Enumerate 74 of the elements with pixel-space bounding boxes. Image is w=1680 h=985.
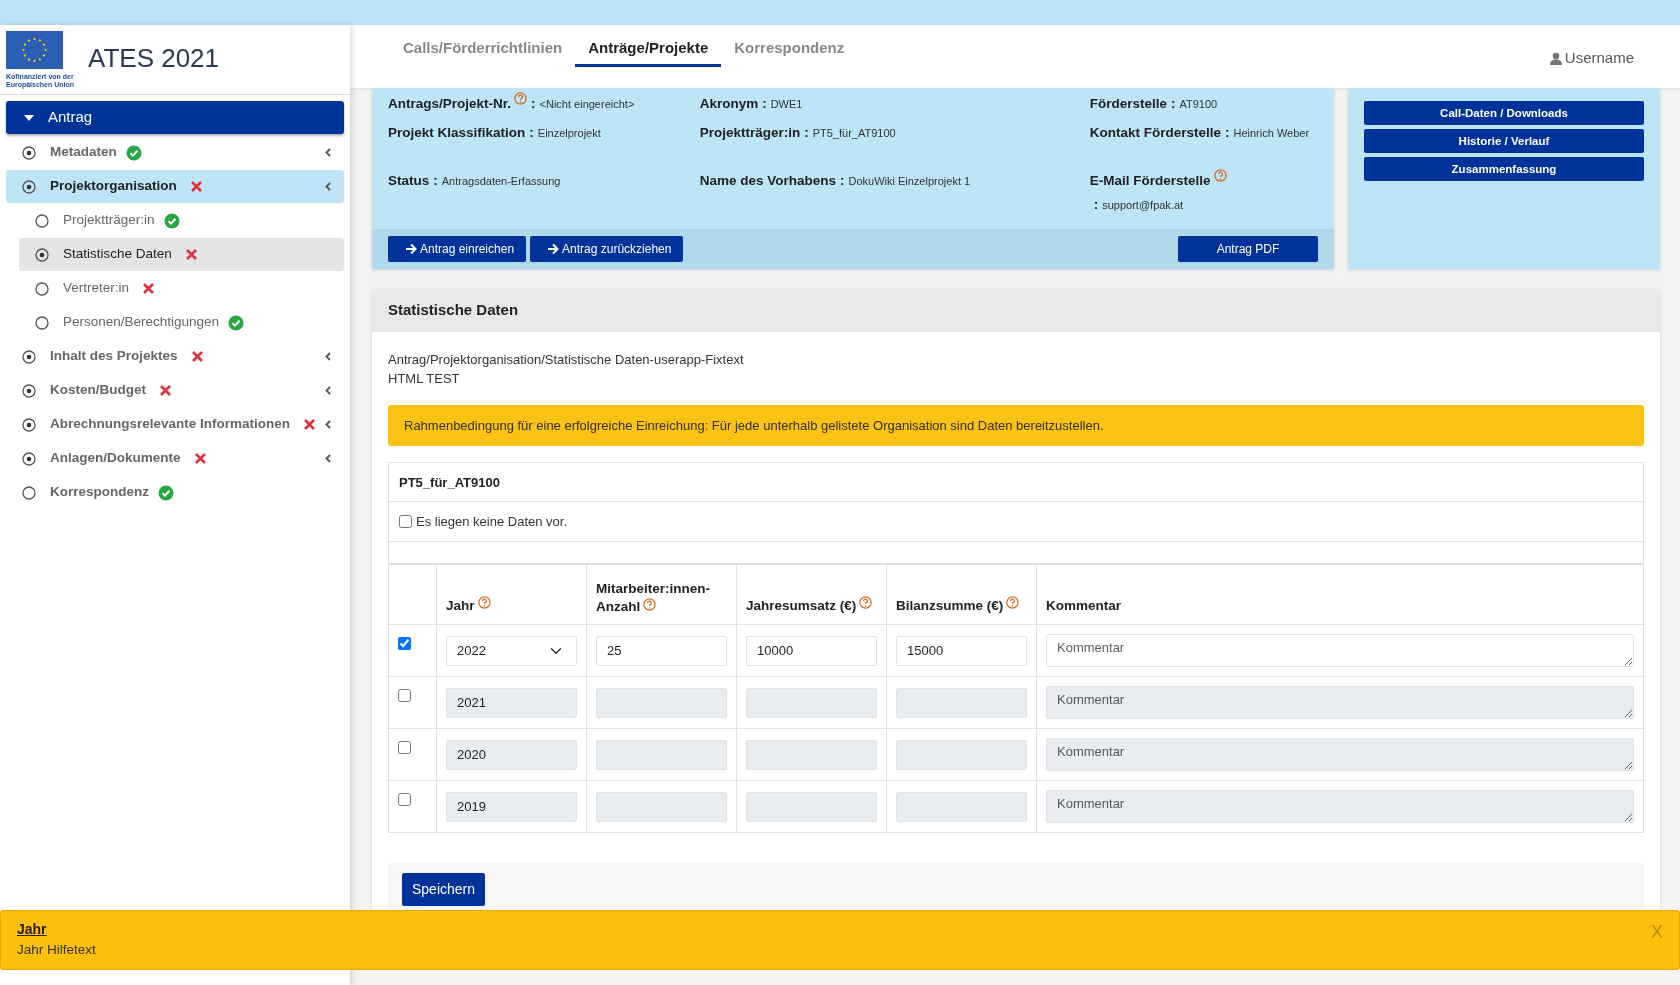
sidebar-item[interactable]: Statistische Daten bbox=[19, 238, 344, 271]
colon: : bbox=[839, 173, 845, 188]
side-button[interactable]: Zusammenfassung bbox=[1364, 157, 1644, 181]
field-value: Heinrich Weber bbox=[1233, 127, 1310, 139]
action-button[interactable]: Antrag zurückziehen bbox=[530, 236, 684, 262]
field-label: E-Mail Förderstelle bbox=[1089, 173, 1211, 188]
table-header: Mitarbeiter:innen-Anzahl bbox=[586, 564, 737, 625]
field-label: Antrags/Projekt-Nr. bbox=[388, 96, 512, 111]
nav-tab[interactable]: Korrespondenz bbox=[721, 25, 858, 67]
number-field[interactable]: 10000 bbox=[746, 635, 877, 666]
body-text: HTML TEST bbox=[388, 370, 461, 388]
colon: : bbox=[433, 173, 438, 188]
colon: : bbox=[762, 96, 767, 111]
app-title: ATES 2021 bbox=[88, 42, 220, 75]
field-label: Projekt Klassifikation bbox=[388, 125, 526, 140]
number-field[interactable]: 15000 bbox=[896, 635, 1027, 666]
colon: : bbox=[804, 125, 809, 140]
sidebar-item[interactable]: Metadaten bbox=[6, 136, 344, 169]
number-field[interactable]: 25 bbox=[596, 635, 727, 666]
user-menu[interactable]: Username bbox=[1549, 47, 1634, 70]
field-label: Kontakt Förderstelle bbox=[1089, 125, 1221, 140]
sidebar-item[interactable]: Vertreter:in bbox=[19, 272, 344, 305]
field-value: Einzelprojekt bbox=[537, 127, 601, 139]
colon: : bbox=[1225, 125, 1230, 140]
panel-title: Statistische Daten bbox=[372, 289, 1660, 332]
table-header: Bilanzsumme (€) bbox=[886, 564, 1037, 625]
field-label: Akronym bbox=[699, 96, 759, 111]
field-label: Name des Vorhabens bbox=[699, 173, 836, 188]
side-button[interactable]: Call-Daten / Downloads bbox=[1364, 101, 1644, 125]
sidebar-item[interactable]: Inhalt des Projektes bbox=[6, 340, 344, 373]
nav-tab[interactable]: Calls/Förderrichtlinien bbox=[390, 25, 576, 67]
pdf-button[interactable]: Antrag PDF bbox=[1178, 236, 1318, 262]
alert-banner: Rahmenbedingung für eine erfolgreiche Einreichung: Für jede unterhalb gelistete Organisation sind Daten bereitzustellen. bbox=[388, 404, 1644, 446]
sidebar-item[interactable]: Anlagen/Dokumente bbox=[6, 442, 344, 475]
field-value: DWE1 bbox=[770, 98, 803, 110]
side-button[interactable]: Historie / Verlauf bbox=[1364, 129, 1644, 153]
row-checkbox[interactable] bbox=[398, 637, 411, 650]
sidebar-item[interactable]: Kosten/Budget bbox=[6, 374, 344, 407]
field-label: Status bbox=[388, 173, 430, 188]
field-value: PT5_für_AT9100 bbox=[812, 127, 896, 139]
toast-text: Jahr Hilfetext bbox=[17, 941, 96, 959]
sidebar-item[interactable]: Personen/Berechtigungen bbox=[19, 306, 344, 339]
action-button[interactable]: Antrag einreichen bbox=[388, 236, 527, 262]
organisation-title: PT5_für_AT9100 bbox=[388, 462, 1644, 502]
colon: : bbox=[531, 96, 536, 111]
field-label: Projektträger:in bbox=[699, 125, 801, 140]
table-header: Kommentar bbox=[1036, 564, 1644, 625]
colon: : bbox=[1093, 197, 1099, 212]
sidebar-item[interactable]: Abrechnungsrelevante Informationen bbox=[6, 408, 344, 441]
sidebar-item[interactable]: Projektträger:in bbox=[19, 204, 344, 237]
sidebar-item[interactable]: Korrespondenz bbox=[6, 476, 344, 509]
path-text: Antrag/Projektorganisation/Statistische Daten-userapp-Fixtext bbox=[388, 350, 745, 369]
nav-tab[interactable]: Anträge/Projekte bbox=[575, 25, 722, 67]
year-select[interactable]: 2022 bbox=[446, 635, 577, 666]
table-header: Jahr bbox=[436, 564, 587, 625]
checkbox[interactable] bbox=[399, 515, 412, 528]
toast-title: Jahr bbox=[17, 920, 48, 939]
colon: : bbox=[529, 125, 534, 140]
field-value: AT9100 bbox=[1179, 98, 1218, 110]
sidebar-item[interactable]: Projektorganisation bbox=[6, 170, 344, 203]
user-icon bbox=[1549, 51, 1562, 65]
field-label: Förderstelle bbox=[1089, 96, 1167, 111]
save-button[interactable]: Speichern bbox=[402, 873, 486, 906]
field-value: Antragsdaten-Erfassung bbox=[441, 175, 561, 187]
comment-field[interactable]: Kommentar bbox=[1046, 633, 1634, 668]
field-value: DokuWiki Einzelprojekt 1 bbox=[848, 175, 971, 187]
colon: : bbox=[1171, 96, 1176, 111]
caret-down-icon bbox=[24, 114, 34, 121]
checkbox-label: Es liegen keine Daten vor. bbox=[416, 512, 568, 531]
field-value: <Nicht eingereicht> bbox=[539, 98, 635, 110]
field-value: support@fpak.at bbox=[1102, 199, 1184, 211]
table-header: Jahresumsatz (€) bbox=[736, 564, 887, 625]
section-header[interactable]: Antrag bbox=[6, 101, 344, 134]
eu-flag-icon bbox=[6, 31, 63, 69]
